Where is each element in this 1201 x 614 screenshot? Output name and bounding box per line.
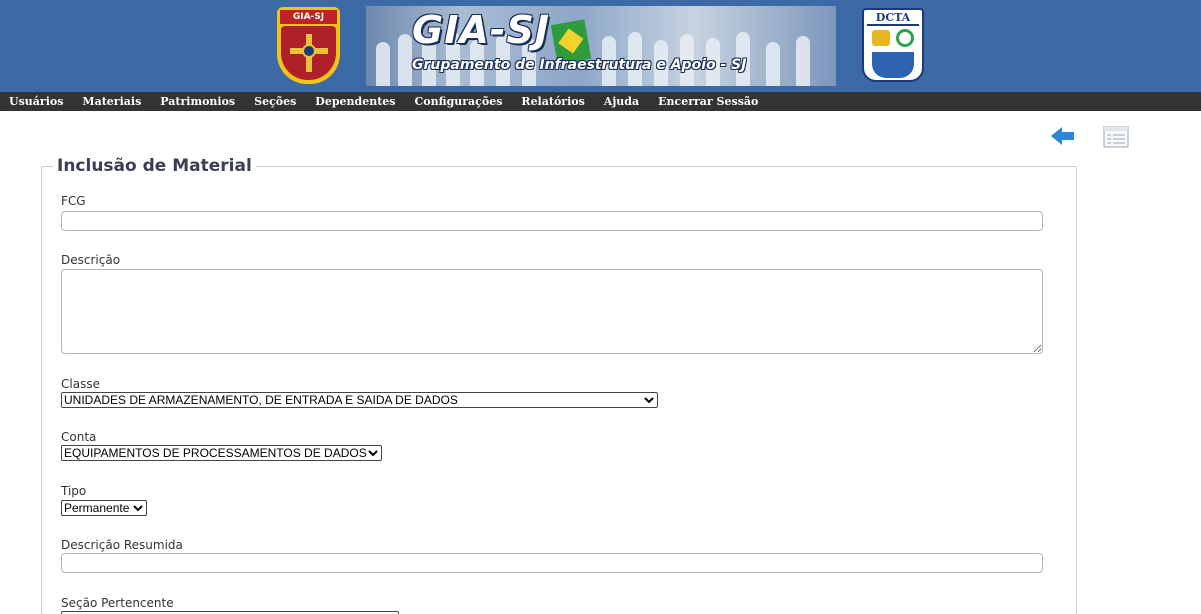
menu-patrimonios[interactable]: Patrimonios: [160, 95, 235, 108]
chevron-down-icon: [368, 450, 378, 457]
tipo-selected-value: Permanente: [64, 501, 130, 515]
menu-secoes[interactable]: Seções: [254, 95, 296, 108]
descricao-resumida-label: Descrição Resumida: [61, 538, 183, 552]
tipo-label: Tipo: [61, 484, 87, 498]
menu-materiais[interactable]: Materiais: [82, 95, 141, 108]
dcta-emblem: DCTA: [862, 8, 924, 82]
conta-selected-value: EQUIPAMENTOS DE PROCESSAMENTOS DE DADOS: [64, 446, 367, 460]
arrow-left-icon[interactable]: [1050, 125, 1076, 147]
secao-pertencente-label: Seção Pertencente: [61, 596, 174, 610]
fcg-input[interactable]: [61, 211, 1043, 231]
conta-select[interactable]: EQUIPAMENTOS DE PROCESSAMENTOS DE DADOS: [61, 445, 382, 461]
header-banner: GIA-SJ GIA-SJ Grupamento de Infraestrutu…: [0, 0, 1201, 92]
emblem-label: GIA-SJ: [280, 10, 337, 24]
gia-sj-emblem: GIA-SJ: [277, 7, 340, 84]
menu-encerrar-sessao[interactable]: Encerrar Sessão: [658, 95, 758, 108]
chevron-down-icon: [133, 505, 143, 512]
descricao-label: Descrição: [61, 253, 121, 267]
form-title: Inclusão de Material: [53, 156, 256, 176]
menu-ajuda[interactable]: Ajuda: [604, 95, 639, 108]
list-icon[interactable]: [1103, 126, 1129, 148]
dcta-label: DCTA: [875, 11, 911, 24]
fcg-label: FCG: [61, 194, 86, 208]
site-subtitle: Grupamento de Infraestrutura e Apoio - S…: [412, 57, 747, 73]
descricao-resumida-input[interactable]: [61, 553, 1043, 573]
site-title: GIA-SJ: [412, 8, 551, 52]
classe-select[interactable]: UNIDADES DE ARMAZENAMENTO, DE ENTRADA E …: [61, 392, 658, 408]
chevron-down-icon: [644, 397, 654, 404]
shield-icon: [281, 26, 336, 80]
menu-usuarios[interactable]: Usuários: [9, 95, 63, 108]
menu-dependentes[interactable]: Dependentes: [315, 95, 395, 108]
material-form: [41, 166, 1077, 614]
classe-label: Classe: [61, 377, 100, 391]
menu-relatorios[interactable]: Relatórios: [521, 95, 584, 108]
descricao-textarea[interactable]: [61, 269, 1043, 354]
classe-selected-value: UNIDADES DE ARMAZENAMENTO, DE ENTRADA E …: [64, 393, 458, 407]
menu-configuracoes[interactable]: Configurações: [414, 95, 502, 108]
tipo-select[interactable]: Permanente: [61, 500, 147, 516]
conta-label: Conta: [61, 430, 97, 444]
main-menu: Usuários Materiais Patrimonios Seções De…: [0, 92, 1201, 111]
